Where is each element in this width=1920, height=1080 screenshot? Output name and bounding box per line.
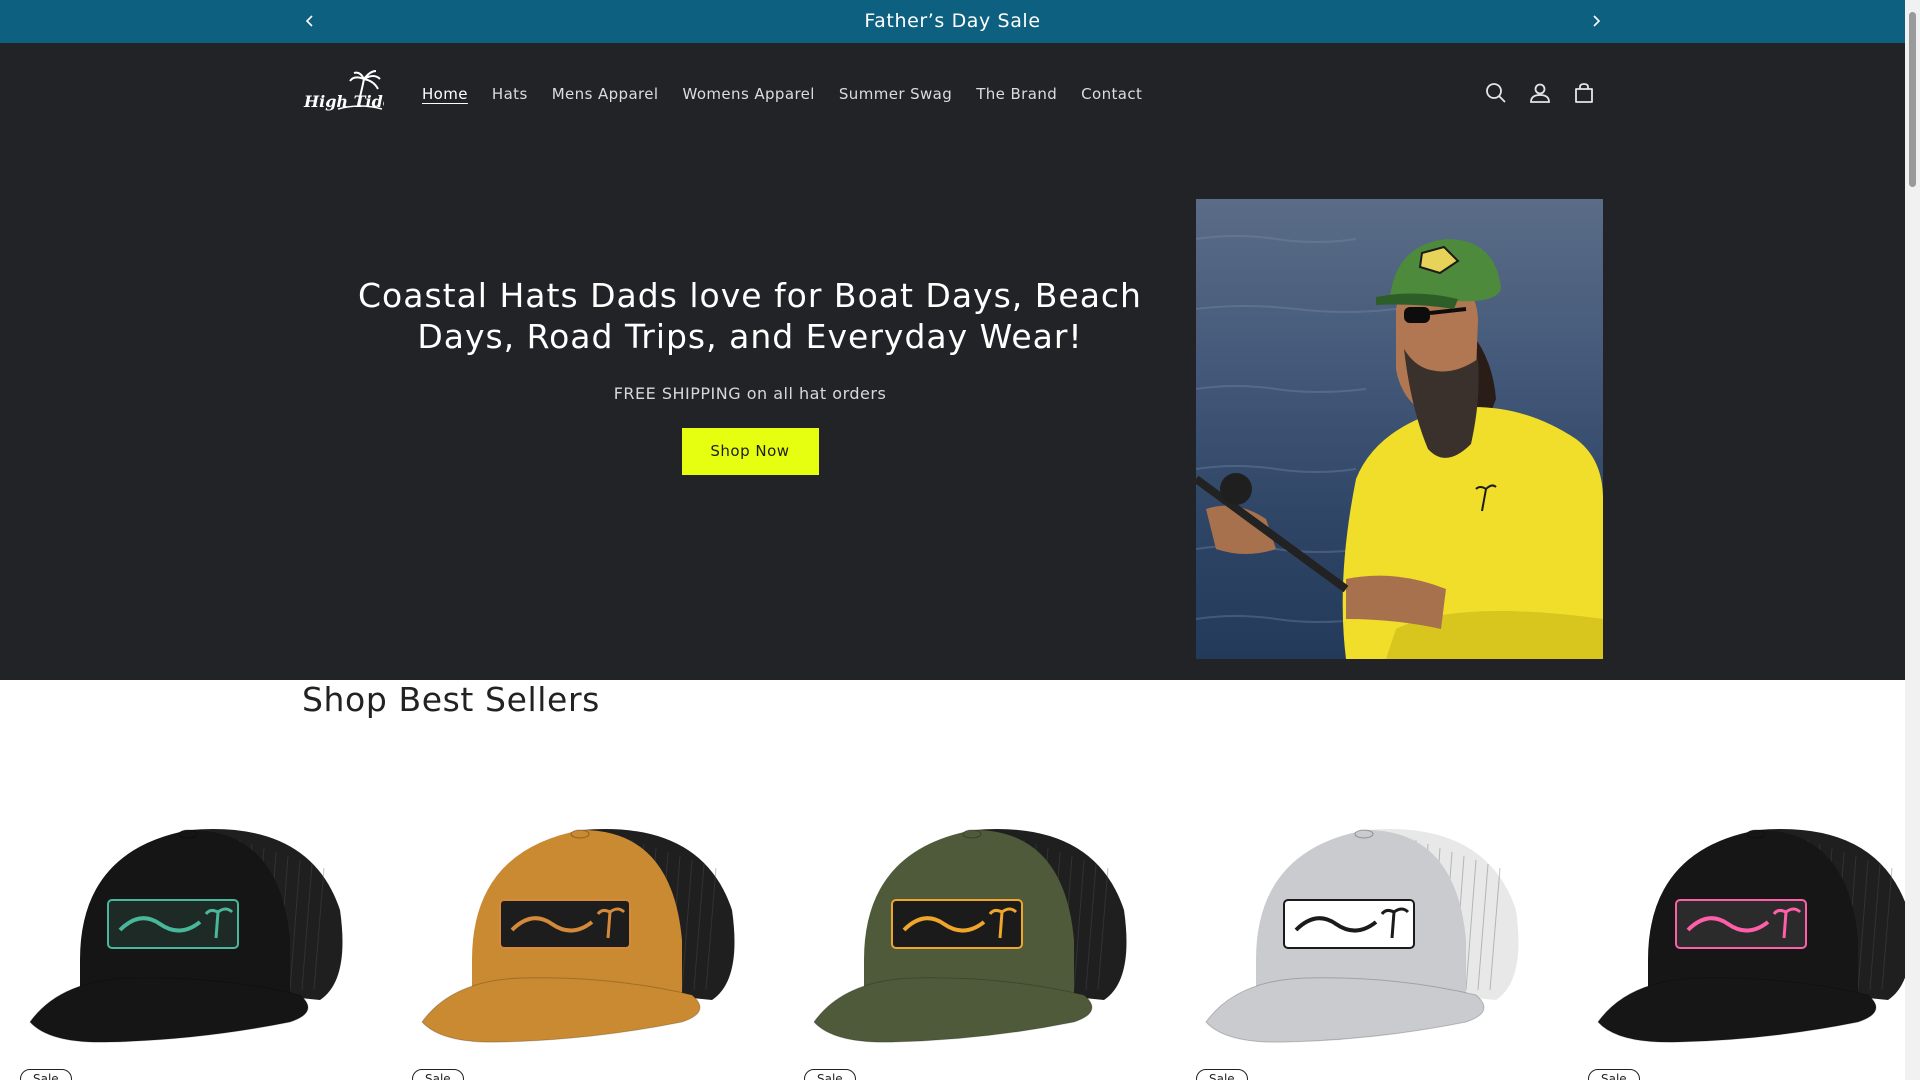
site-header: High Tide Home Hats Mens Apparel Womens … <box>0 43 1905 680</box>
sale-badge: Sale <box>412 1069 464 1080</box>
announcement-text: Father’s Day Sale <box>864 10 1041 32</box>
nav-mens-apparel[interactable]: Mens Apparel <box>552 85 659 103</box>
account-icon[interactable] <box>1528 81 1552 105</box>
scrollbar-thumb[interactable] <box>1909 12 1916 187</box>
nav-hats[interactable]: Hats <box>492 85 528 103</box>
nav-home[interactable]: Home <box>422 85 468 103</box>
best-sellers-title: Shop Best Sellers <box>302 680 600 719</box>
nav-womens-apparel[interactable]: Womens Apparel <box>682 85 814 103</box>
product-card[interactable]: Sale <box>1588 760 1905 1080</box>
hero-title: Coastal Hats Dads love for Boat Days, Be… <box>358 276 1142 356</box>
cart-icon[interactable] <box>1572 81 1596 105</box>
product-card[interactable]: Sale <box>20 760 380 1080</box>
nav-the-brand[interactable]: The Brand <box>976 85 1057 103</box>
page-scrollbar[interactable] <box>1905 0 1920 1080</box>
hero-content: Coastal Hats Dads love for Boat Days, Be… <box>330 275 1170 475</box>
chevron-right-icon[interactable] <box>1586 11 1606 31</box>
sale-badge: Sale <box>804 1069 856 1080</box>
nav-contact[interactable]: Contact <box>1081 85 1142 103</box>
sale-badge: Sale <box>1588 1069 1640 1080</box>
hat-image <box>1205 829 1519 1043</box>
product-card[interactable]: Sale <box>1196 760 1556 1080</box>
brand-logo[interactable]: High Tide <box>302 69 393 115</box>
announcement-bar: Father’s Day Sale <box>0 0 1905 43</box>
main-nav: Home Hats Mens Apparel Womens Apparel Su… <box>422 85 1166 103</box>
search-icon[interactable] <box>1484 81 1508 105</box>
header-icons <box>1484 81 1596 105</box>
hat-image <box>29 829 343 1043</box>
sale-badge: Sale <box>1196 1069 1248 1080</box>
hat-image <box>813 829 1127 1043</box>
sale-badge: Sale <box>20 1069 72 1080</box>
hero-subtitle: FREE SHIPPING on all hat orders <box>613 384 887 403</box>
product-card[interactable]: Sale <box>804 760 1164 1080</box>
product-carousel: Sale Sale Sale Sale Sale <box>0 760 1905 1080</box>
hat-image <box>421 829 735 1043</box>
product-card[interactable]: Sale <box>412 760 772 1080</box>
nav-summer-swag[interactable]: Summer Swag <box>839 85 952 103</box>
shop-now-button[interactable]: Shop Now <box>681 428 819 475</box>
hero-image <box>1196 199 1603 659</box>
hat-image <box>1597 829 1905 1043</box>
